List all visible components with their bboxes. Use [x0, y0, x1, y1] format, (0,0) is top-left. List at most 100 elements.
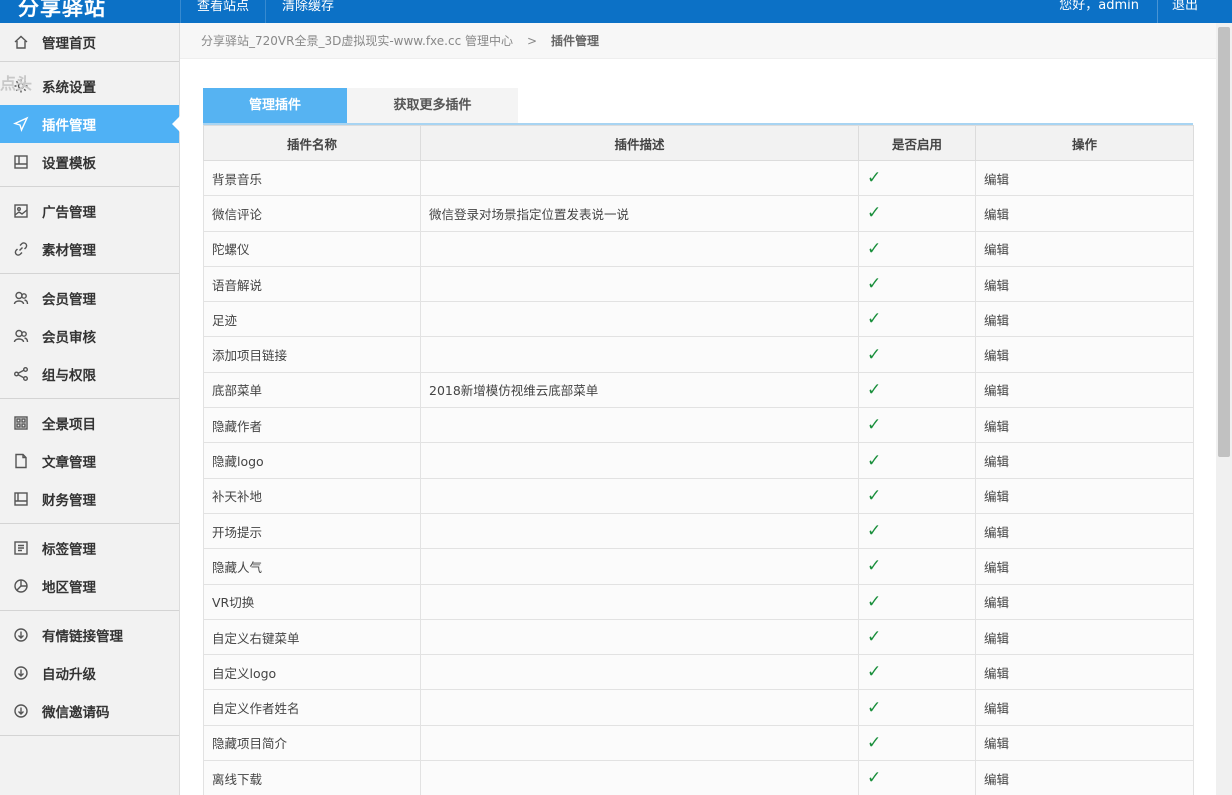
plugin-table: 插件名称 插件描述 是否启用 操作 背景音乐 ✓ 编辑 微信评论 微信登录对场景指定位置…: [203, 125, 1194, 795]
tab-manage-plugins[interactable]: 管理插件: [203, 88, 347, 123]
edit-link[interactable]: 编辑: [975, 477, 1194, 514]
check-icon[interactable]: ✓: [867, 486, 881, 506]
table-row: VR切换 ✓ 编辑: [203, 583, 1194, 620]
enabled-cell: ✓: [858, 689, 976, 726]
scrollbar-thumb[interactable]: [1218, 27, 1230, 457]
sidebar-group: 管理首页: [0, 23, 179, 62]
check-icon[interactable]: ✓: [867, 380, 881, 400]
plugin-name-cell: 补天补地: [203, 477, 421, 514]
sidebar-item[interactable]: 素材管理: [0, 230, 179, 268]
edit-link[interactable]: 编辑: [975, 301, 1194, 338]
plugin-desc-cell: [420, 230, 859, 267]
breadcrumb-current: 插件管理: [551, 34, 600, 48]
check-icon[interactable]: ✓: [867, 168, 881, 188]
check-icon[interactable]: ✓: [867, 698, 881, 718]
check-icon[interactable]: ✓: [867, 203, 881, 223]
plugin-desc-cell: [420, 265, 859, 303]
table-row: 自定义右键菜单 ✓ 编辑: [203, 618, 1194, 656]
enabled-cell: ✓: [858, 618, 976, 656]
plugin-desc-cell: [420, 512, 859, 550]
page-scrollbar[interactable]: [1216, 23, 1232, 795]
check-icon[interactable]: ✓: [867, 451, 881, 471]
edit-link[interactable]: 编辑: [975, 583, 1194, 620]
edit-link[interactable]: 编辑: [975, 230, 1194, 267]
check-icon[interactable]: ✓: [867, 662, 881, 682]
sidebar-item[interactable]: 会员管理: [0, 279, 179, 317]
sidebar-item[interactable]: 地区管理: [0, 567, 179, 605]
sidebar-item[interactable]: 有情链接管理: [0, 616, 179, 654]
view-site-link[interactable]: 查看站点: [180, 0, 265, 23]
logout-link[interactable]: 退出: [1156, 0, 1214, 23]
plugin-name-cell: 离线下载: [203, 760, 421, 795]
check-icon[interactable]: ✓: [867, 556, 881, 576]
enabled-cell: ✓: [858, 654, 976, 691]
sidebar-item-label: 微信邀请码: [42, 705, 110, 721]
breadcrumb-root[interactable]: 分享驿站_720VR全景_3D虚拟现实-www.fxe.cc 管理中心: [201, 32, 513, 49]
top-nav: 查看站点 清除缓存: [180, 0, 350, 23]
edit-link[interactable]: 编辑: [975, 512, 1194, 550]
check-icon[interactable]: ✓: [867, 768, 881, 788]
sidebar-item-label: 标签管理: [42, 542, 96, 558]
plugin-name-cell: 微信评论: [203, 195, 421, 232]
sidebar-item-label: 财务管理: [42, 493, 96, 509]
edit-link[interactable]: 编辑: [975, 760, 1194, 795]
sidebar-item[interactable]: 设置模板: [0, 143, 179, 181]
check-icon[interactable]: ✓: [867, 309, 881, 329]
check-icon[interactable]: ✓: [867, 733, 881, 753]
col-enabled: 是否启用: [858, 125, 976, 161]
plugin-desc-cell: [420, 689, 859, 726]
table-row: 自定义作者姓名 ✓ 编辑: [203, 689, 1194, 726]
check-icon[interactable]: ✓: [867, 274, 881, 294]
table-row: 底部菜单 2018新增模仿视维云底部菜单 ✓ 编辑: [203, 371, 1194, 409]
link-icon: [12, 240, 30, 258]
plugin-desc-cell: 2018新增模仿视维云底部菜单: [420, 371, 859, 409]
pie-icon: [12, 577, 30, 595]
plugin-desc-cell: [420, 407, 859, 444]
edit-link[interactable]: 编辑: [975, 265, 1194, 303]
edit-link[interactable]: 编辑: [975, 548, 1194, 585]
edit-link[interactable]: 编辑: [975, 336, 1194, 373]
sidebar-item[interactable]: 标签管理: [0, 529, 179, 567]
check-icon[interactable]: ✓: [867, 627, 881, 647]
table-row: 微信评论 微信登录对场景指定位置发表说一说 ✓ 编辑: [203, 195, 1194, 232]
edit-link[interactable]: 编辑: [975, 407, 1194, 444]
edit-link[interactable]: 编辑: [975, 442, 1194, 479]
plugin-name-cell: 隐藏logo: [203, 442, 421, 479]
send-icon: [12, 115, 30, 133]
edit-link[interactable]: 编辑: [975, 654, 1194, 691]
enabled-cell: ✓: [858, 336, 976, 373]
plugin-desc-cell: [420, 760, 859, 795]
edit-link[interactable]: 编辑: [975, 724, 1194, 762]
sidebar-item[interactable]: 插件管理: [0, 105, 180, 143]
sidebar-item[interactable]: 财务管理: [0, 480, 179, 518]
table-row: 隐藏项目简介 ✓ 编辑: [203, 724, 1194, 762]
sidebar-item[interactable]: 组与权限: [0, 355, 179, 393]
sidebar-item[interactable]: 微信邀请码: [0, 692, 179, 730]
enabled-cell: ✓: [858, 159, 976, 197]
check-icon[interactable]: ✓: [867, 592, 881, 612]
sidebar-item[interactable]: 会员审核: [0, 317, 179, 355]
edit-link[interactable]: 编辑: [975, 195, 1194, 232]
enabled-cell: ✓: [858, 407, 976, 444]
edit-link[interactable]: 编辑: [975, 618, 1194, 656]
check-icon[interactable]: ✓: [867, 239, 881, 259]
tab-get-more-plugins[interactable]: 获取更多插件: [347, 88, 518, 123]
table-row: 添加项目链接 ✓ 编辑: [203, 336, 1194, 373]
table-row: 开场提示 ✓ 编辑: [203, 512, 1194, 550]
edit-link[interactable]: 编辑: [975, 159, 1194, 197]
enabled-cell: ✓: [858, 583, 976, 620]
sidebar-item[interactable]: 广告管理: [0, 192, 179, 230]
edit-link[interactable]: 编辑: [975, 371, 1194, 409]
plugin-name-cell: 开场提示: [203, 512, 421, 550]
sidebar-item[interactable]: 自动升级: [0, 654, 179, 692]
sidebar-item[interactable]: 文章管理: [0, 442, 179, 480]
user-area: 您好，admin 退出: [1041, 0, 1232, 23]
sidebar-item[interactable]: 管理首页: [0, 23, 179, 61]
check-icon[interactable]: ✓: [867, 415, 881, 435]
clear-cache-link[interactable]: 清除缓存: [265, 0, 350, 23]
edit-link[interactable]: 编辑: [975, 689, 1194, 726]
sidebar-item[interactable]: 全景项目: [0, 404, 179, 442]
check-icon[interactable]: ✓: [867, 345, 881, 365]
check-icon[interactable]: ✓: [867, 521, 881, 541]
brand-logo[interactable]: 分享驿站: [18, 0, 106, 22]
